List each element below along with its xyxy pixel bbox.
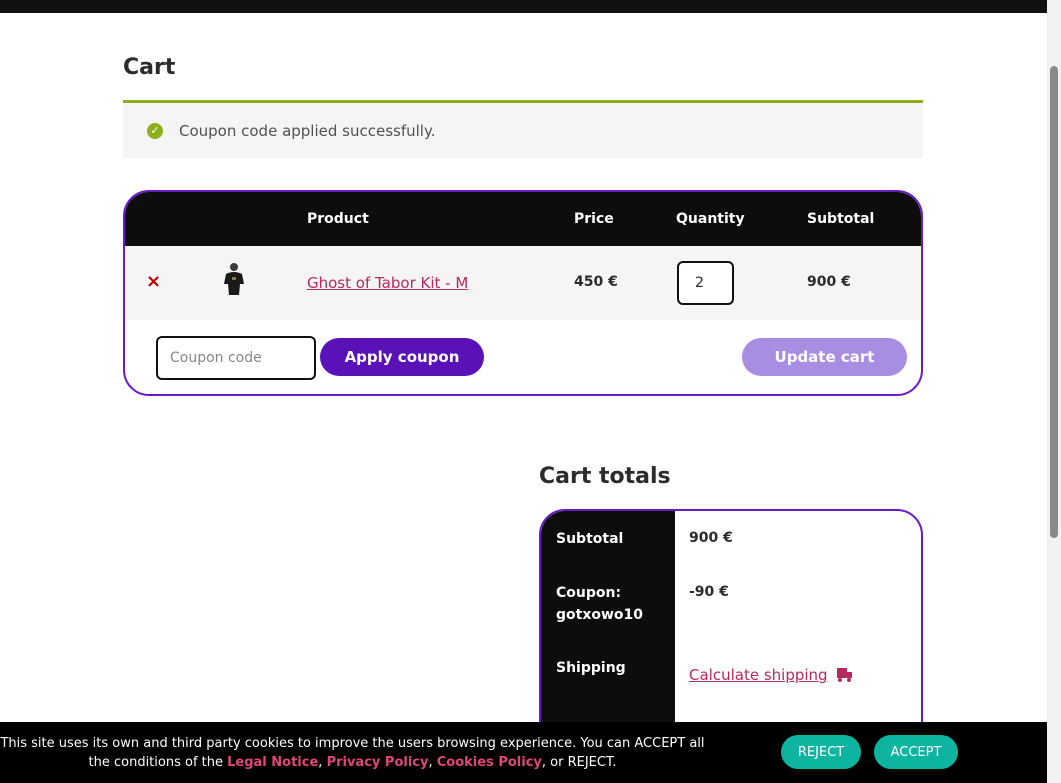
truck-icon: [836, 668, 852, 682]
calculate-shipping-text[interactable]: Calculate shipping: [689, 666, 828, 684]
header-quantity: Quantity: [676, 211, 745, 227]
subtotal-label: Subtotal: [556, 531, 624, 547]
reject-cookies-button[interactable]: REJECT: [781, 735, 861, 769]
cookie-consent-text: This site uses its own and third party c…: [0, 734, 705, 772]
coupon-value: -90 €: [689, 584, 729, 600]
update-cart-button[interactable]: Update cart: [742, 338, 907, 376]
cookie-text-after: , or REJECT.: [541, 755, 617, 770]
success-notice: ✓ Coupon code applied successfully.: [123, 100, 923, 158]
top-bar: [0, 0, 1047, 13]
product-price: 450 €: [574, 274, 618, 290]
apply-coupon-button[interactable]: Apply coupon: [320, 338, 484, 376]
product-name-link[interactable]: Ghost of Tabor Kit - M: [307, 274, 468, 292]
cookies-policy-link[interactable]: Cookies Policy: [437, 755, 542, 770]
cart-totals-table: Subtotal 900 € Coupon: gotxowo10 -90 € S…: [539, 509, 923, 749]
coupon-code-input[interactable]: Coupon code: [156, 336, 316, 380]
cart-totals-title: Cart totals: [539, 464, 671, 489]
header-subtotal: Subtotal: [807, 211, 875, 227]
scrollbar-thumb[interactable]: [1050, 66, 1058, 538]
scrollbar[interactable]: [1047, 0, 1061, 783]
accept-cookies-button[interactable]: ACCEPT: [874, 735, 958, 769]
coupon-label: Coupon: gotxowo10: [556, 585, 644, 623]
calculate-shipping-link[interactable]: Calculate shipping: [689, 666, 853, 684]
cart-table: Product Price Quantity Subtotal × Ghost …: [123, 190, 923, 396]
check-circle-icon: ✓: [147, 122, 163, 139]
product-subtotal: 900 €: [807, 274, 851, 290]
table-row: × Ghost of Tabor Kit - M 450 € 2 900 €: [125, 246, 921, 320]
notice-message: Coupon code applied successfully.: [179, 121, 436, 140]
subtotal-value: 900 €: [689, 530, 733, 546]
cart-table-header: Product Price Quantity Subtotal: [125, 192, 921, 246]
shipping-label: Shipping: [556, 660, 626, 676]
header-price: Price: [574, 211, 614, 227]
header-product: Product: [307, 211, 369, 227]
quantity-input[interactable]: 2: [677, 261, 734, 305]
privacy-policy-link[interactable]: Privacy Policy: [327, 755, 429, 770]
page-title: Cart: [123, 55, 176, 80]
product-thumbnail[interactable]: [223, 262, 245, 296]
cookie-consent-bar: This site uses its own and third party c…: [0, 722, 1047, 783]
legal-notice-link[interactable]: Legal Notice: [227, 755, 318, 770]
cookie-sep-1: ,: [318, 755, 327, 770]
cookie-sep-2: ,: [428, 755, 437, 770]
remove-item-icon[interactable]: ×: [146, 273, 161, 291]
